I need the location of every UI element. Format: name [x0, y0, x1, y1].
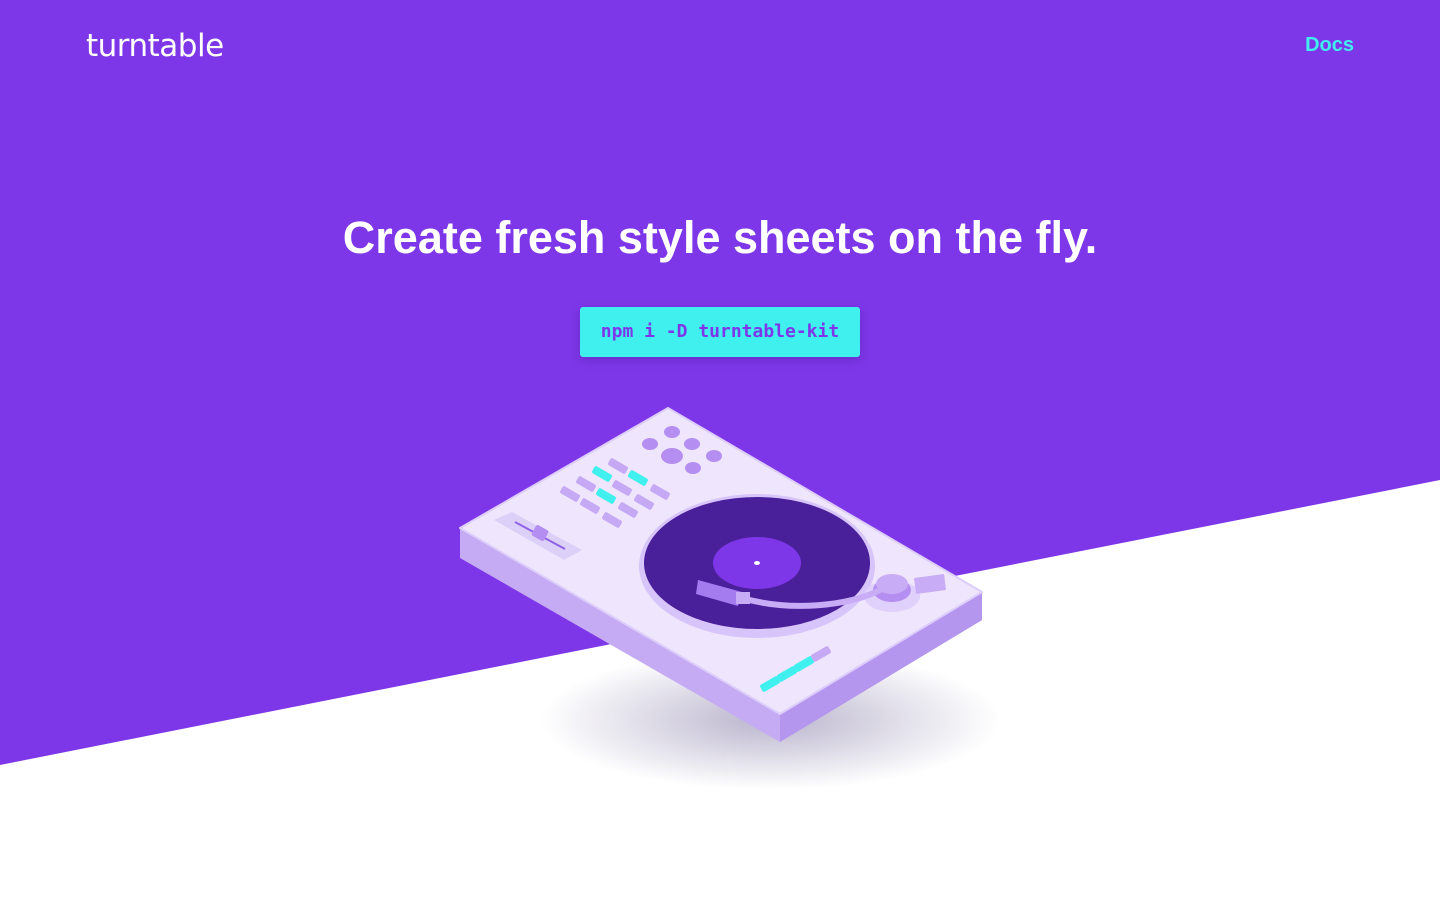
turntable-illustration-icon: [459, 407, 1000, 790]
site-header: turntable Docs: [0, 0, 1440, 92]
nav-link-docs[interactable]: Docs: [1305, 33, 1354, 57]
install-command-button[interactable]: npm i -D turntable-kit: [580, 307, 860, 357]
hero-title: Create fresh style sheets on the fly.: [342, 212, 1098, 263]
turntable-logo[interactable]: turntable: [86, 26, 224, 66]
